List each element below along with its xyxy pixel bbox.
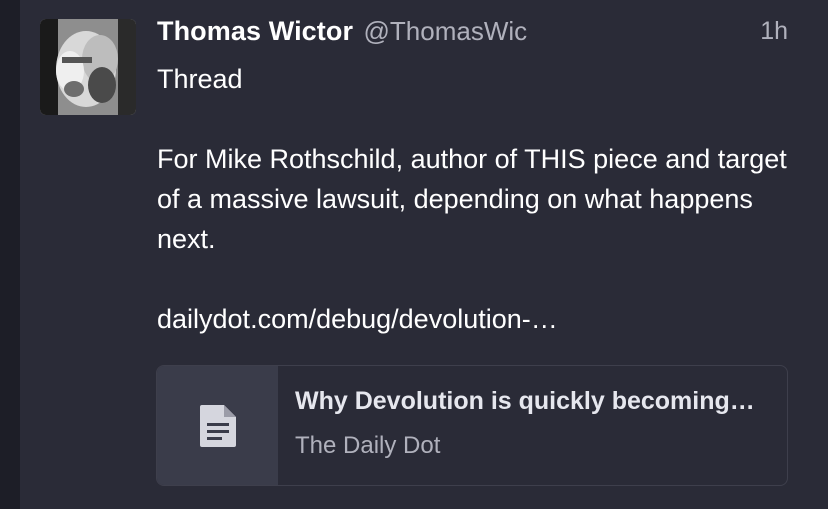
avatar-photo-icon: [40, 19, 136, 115]
author-handle[interactable]: @ThomasWic: [364, 16, 528, 46]
link-preview-title[interactable]: Why Devolution is quickly becoming…: [295, 387, 775, 416]
link-preview-card[interactable]: Why Devolution is quickly becoming… The …: [156, 365, 788, 486]
tweet-body: Thread For Mike Rothschild, author of TH…: [157, 59, 797, 339]
tweet-line-main: For Mike Rothschild, author of THIS piec…: [157, 144, 787, 254]
author-name[interactable]: Thomas Wictor: [157, 16, 353, 46]
tweet-timestamp[interactable]: 1h: [760, 17, 788, 46]
author-avatar[interactable]: [40, 19, 136, 115]
tweet-header: Thomas Wictor @ThomasWic: [157, 16, 527, 52]
link-preview-source: The Daily Dot: [295, 432, 441, 459]
tweet-link[interactable]: dailydot.com/debug/devolution-…: [157, 299, 797, 339]
link-preview-body: Why Devolution is quickly becoming… The …: [278, 366, 775, 485]
link-preview-thumbnail: [157, 366, 278, 485]
tweet-line-thread: Thread: [157, 64, 243, 94]
document-icon: [199, 404, 236, 447]
